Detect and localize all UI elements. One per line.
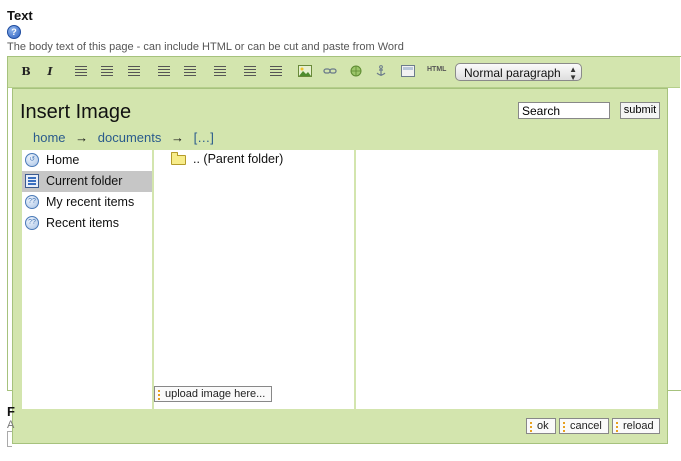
breadcrumb-arrow-icon: → xyxy=(75,130,89,145)
outdent-icon[interactable] xyxy=(214,66,226,76)
select-arrows-icon: ▲ ▼ xyxy=(569,65,577,82)
nav-item-label: Current folder xyxy=(46,174,123,188)
button-grip-icon xyxy=(563,422,565,424)
insert-link-icon[interactable] xyxy=(323,65,337,77)
nav-item-my-recent-items[interactable]: ?? My recent items xyxy=(22,192,152,213)
nav-item-recent-items[interactable]: ?? Recent items xyxy=(22,213,152,234)
field-description: The body text of this page - can include… xyxy=(7,41,404,53)
ok-label: ok xyxy=(537,420,549,432)
breadcrumb-arrow-icon: → xyxy=(171,130,184,145)
breadcrumb-more[interactable]: […] xyxy=(194,130,214,145)
indent-icon[interactable] xyxy=(244,66,256,76)
align-right-icon[interactable] xyxy=(128,66,140,76)
search-input[interactable] xyxy=(518,102,610,119)
nav-item-label: Recent items xyxy=(46,216,119,230)
dialog-title: Insert Image xyxy=(20,101,132,123)
anchor-icon[interactable] xyxy=(374,65,388,77)
upload-label: upload image here... xyxy=(165,388,266,400)
folder-page-icon xyxy=(25,174,39,188)
breadcrumb-home[interactable]: home xyxy=(33,130,66,145)
help-icon[interactable]: ? xyxy=(7,25,21,39)
align-center-icon[interactable] xyxy=(101,66,113,76)
submit-button[interactable]: submit xyxy=(620,102,660,119)
parent-folder-label: .. (Parent folder) xyxy=(193,152,284,166)
unordered-list-icon[interactable] xyxy=(184,66,196,76)
button-grip-icon xyxy=(158,390,160,392)
button-grip-icon xyxy=(530,422,532,424)
reload-label: reload xyxy=(623,420,654,432)
ordered-list-icon[interactable] xyxy=(158,66,170,76)
paragraph-format-select[interactable]: Normal paragraph ▲ ▼ xyxy=(455,63,582,82)
ok-button[interactable]: ok xyxy=(526,418,556,434)
next-field-label: F xyxy=(7,404,15,419)
navigation-pane: ↺ Home Current folder ?? My recent items… xyxy=(22,150,152,409)
nav-item-label: Home xyxy=(46,153,80,167)
italic-icon[interactable]: I xyxy=(42,64,58,80)
breadcrumb-documents[interactable]: documents xyxy=(98,130,162,145)
recent-icon: ?? xyxy=(25,216,39,230)
cancel-button[interactable]: cancel xyxy=(559,418,609,434)
home-icon: ↺ xyxy=(25,153,39,167)
cancel-label: cancel xyxy=(570,420,602,432)
insert-globe-icon[interactable] xyxy=(349,65,363,77)
upload-image-button[interactable]: upload image here... xyxy=(154,386,272,402)
align-left-icon[interactable] xyxy=(75,66,87,76)
paragraph-format-value: Normal paragraph xyxy=(464,66,561,80)
button-grip-icon xyxy=(616,422,618,424)
next-field-description: A xyxy=(7,419,15,431)
file-list-pane xyxy=(154,150,354,409)
preview-pane xyxy=(356,150,658,409)
outdent2-icon[interactable] xyxy=(270,66,282,76)
html-source-icon[interactable]: HTML xyxy=(427,66,446,73)
field-label: Text xyxy=(7,8,33,23)
nav-item-home[interactable]: ↺ Home xyxy=(22,150,152,171)
folder-icon xyxy=(171,152,186,165)
table-icon[interactable] xyxy=(401,65,415,77)
breadcrumb: home → documents → […] xyxy=(33,130,214,145)
reload-button[interactable]: reload xyxy=(612,418,660,434)
insert-image-icon[interactable] xyxy=(298,65,312,77)
nav-item-label: My recent items xyxy=(46,195,135,209)
nav-item-current-folder[interactable]: Current folder xyxy=(22,171,152,192)
recent-icon: ?? xyxy=(25,195,39,209)
next-field-input[interactable] xyxy=(7,431,12,447)
bold-icon[interactable]: B xyxy=(18,64,34,80)
